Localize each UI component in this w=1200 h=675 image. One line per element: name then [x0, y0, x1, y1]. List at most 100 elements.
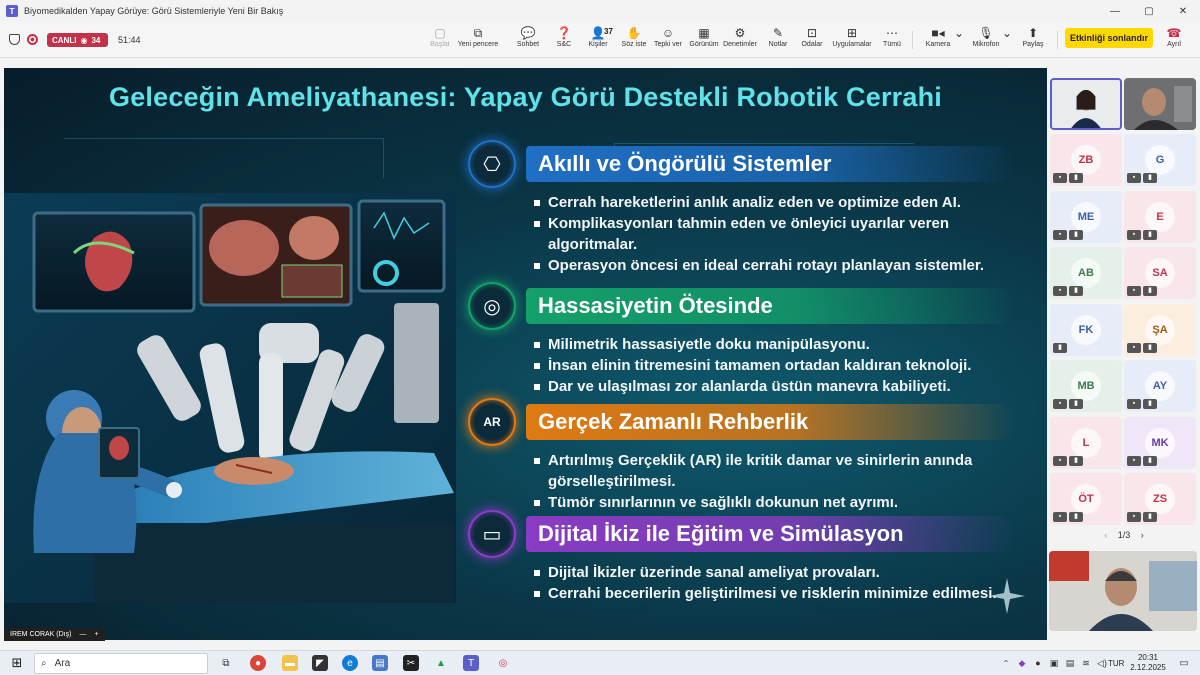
camera-off-icon: ▪: [1053, 173, 1067, 183]
participant-tile[interactable]: L ▪ ▮: [1050, 416, 1122, 469]
app-icon[interactable]: ◤: [312, 655, 328, 671]
wifi-icon[interactable]: ≋: [1078, 655, 1094, 671]
mic-muted-icon: ▮: [1143, 342, 1157, 353]
google-drive-icon[interactable]: ▲: [433, 655, 449, 671]
tile-status: ▮: [1053, 342, 1067, 353]
bullet-item: Dar ve ulaşılması zor alanlarda üstün ma…: [532, 376, 1002, 397]
react-label: Tepki ver: [653, 41, 682, 48]
chrome-icon[interactable]: ●: [250, 655, 266, 671]
more-button[interactable]: ⋯ Tümü: [870, 25, 914, 55]
participant-tile[interactable]: AB ▪ ▮: [1050, 247, 1122, 299]
mic-muted-icon: ▮: [1143, 399, 1157, 409]
previous-page-icon[interactable]: ‹: [1104, 530, 1107, 540]
video-tile-presenter[interactable]: [1050, 78, 1122, 130]
participant-tile[interactable]: G ▪ ▮: [1124, 134, 1196, 186]
minimize-button[interactable]: —: [1098, 0, 1132, 22]
tile-status: ▪ ▮: [1053, 286, 1083, 296]
qa-label: S&C: [556, 41, 572, 48]
tray-icon[interactable]: ▤: [1062, 655, 1078, 671]
window-title-bar: T Biyomedikalden Yapay Görüye: Görü Sist…: [0, 0, 1200, 22]
tray-icon[interactable]: ◆: [1014, 655, 1030, 671]
participant-tile[interactable]: ME ▪ ▮: [1050, 190, 1122, 243]
eye-icon: ◉: [80, 35, 88, 45]
vr-headset-icon: ▭: [468, 510, 516, 558]
apps-icon: ⊞: [846, 26, 858, 40]
camera-off-icon: ▪: [1127, 399, 1141, 409]
participant-tile[interactable]: SA ▪ ▮: [1124, 247, 1196, 299]
next-page-icon[interactable]: ›: [1141, 530, 1144, 540]
participant-tile[interactable]: ŞA ▪ ▮: [1124, 303, 1196, 356]
end-event-button[interactable]: Etkinliği sonlandır: [1065, 28, 1153, 48]
mic-muted-icon: ▮: [1069, 399, 1083, 409]
zoom-in-icon[interactable]: +: [94, 631, 98, 638]
file-explorer-icon[interactable]: ▬: [282, 655, 298, 671]
tray-icon[interactable]: ▣: [1046, 655, 1062, 671]
section-bullets: Milimetrik hassasiyetle doku manipülasyo…: [532, 334, 1002, 397]
new-window-button[interactable]: ⧉ Yeni pencere: [456, 25, 500, 55]
mic-muted-icon: ▮: [1069, 512, 1083, 522]
participant-tile[interactable]: ZB ▪ ▮: [1050, 134, 1122, 186]
new-window-label: Yeni pencere: [457, 41, 499, 48]
participant-tile[interactable]: MB ▪ ▮: [1050, 360, 1122, 412]
participant-tile[interactable]: E ▪ ▮: [1124, 190, 1196, 243]
ar-icon: AR: [468, 398, 516, 446]
windows-start-icon[interactable]: ⊞: [9, 655, 25, 671]
self-view-tile[interactable]: [1049, 551, 1197, 631]
avatar: FK: [1071, 314, 1101, 345]
input-language[interactable]: TUR: [1108, 659, 1124, 668]
participant-tile[interactable]: MK ▪ ▮: [1124, 416, 1196, 469]
participant-tile[interactable]: FK ▮: [1050, 303, 1122, 356]
rooms-button[interactable]: ⊡ Odalar: [790, 25, 834, 55]
new-window-icon: ⧉: [473, 26, 483, 40]
taskbar-search[interactable]: ⌕ Ara: [34, 653, 208, 674]
notes-label: Notlar: [768, 41, 788, 48]
view-icon: ▦: [698, 26, 710, 40]
edge-icon[interactable]: e: [342, 655, 358, 671]
apps-button[interactable]: ⊞ Uygulamalar: [830, 25, 874, 55]
tray-icon[interactable]: ●: [1030, 655, 1046, 671]
window-title: Biyomedikalden Yapay Görüye: Görü Sistem…: [24, 6, 284, 16]
camera-off-icon: ▪: [1127, 342, 1141, 353]
raise-hand-label: Söz iste: [621, 41, 647, 48]
bullet-item: Cerrahi becerilerin geliştirilmesi ve ri…: [532, 583, 1002, 604]
leave-button[interactable]: ☎ Ayrıl: [1152, 25, 1196, 55]
video-tile-participant[interactable]: [1124, 78, 1196, 130]
bullet-item: Operasyon öncesi en ideal cerrahi rotayı…: [532, 255, 1002, 276]
mic-muted-icon: ▮: [1069, 455, 1083, 466]
participant-tile[interactable]: ZS ▪ ▮: [1124, 473, 1196, 525]
participant-tile[interactable]: ÖT ▪ ▮: [1050, 473, 1122, 525]
mic-muted-icon: ▮: [1069, 229, 1083, 240]
section-bullets: Artırılmış Gerçeklik (AR) ile kritik dam…: [532, 450, 1002, 513]
close-button[interactable]: ✕: [1166, 0, 1200, 22]
section-heading: Gerçek Zamanlı Rehberlik: [526, 404, 1016, 440]
chevron-up-icon[interactable]: ⌃: [998, 655, 1014, 671]
notifications-icon[interactable]: ▭: [1176, 655, 1192, 671]
tile-status: ▪ ▮: [1053, 173, 1083, 183]
share-button[interactable]: ⬆ Paylaş: [1011, 25, 1055, 55]
tile-status: ▪ ▮: [1053, 229, 1083, 240]
people-label: Kişiler: [588, 41, 608, 48]
task-view-icon[interactable]: ⧉: [218, 655, 234, 671]
camera-icon: ■◂: [931, 26, 945, 40]
shield-icon: [9, 34, 20, 45]
app-icon-2[interactable]: ◎: [495, 655, 511, 671]
tile-status: ▪ ▮: [1053, 399, 1083, 409]
mic-muted-icon: ▮: [1143, 512, 1157, 522]
gallery-pager: ‹ 1/3 ›: [1048, 530, 1200, 540]
taskbar-clock[interactable]: 20:31 2.12.2025: [1128, 653, 1168, 673]
participant-tile[interactable]: AY ▪ ▮: [1124, 360, 1196, 412]
capcut-icon[interactable]: ✂: [403, 655, 419, 671]
calculator-icon[interactable]: ▤: [372, 655, 388, 671]
controls-label: Denetimler: [723, 41, 757, 48]
notes-icon: ✎: [772, 26, 784, 40]
section-heading: Hassasiyetin Ötesinde: [526, 288, 1016, 324]
teams-icon[interactable]: T: [463, 655, 479, 671]
page-indicator: 1/3: [1117, 530, 1131, 540]
zoom-out-icon[interactable]: —: [79, 631, 86, 638]
tile-status: ▪ ▮: [1127, 286, 1157, 296]
presenter-name-tag: IREM CORAK (Dış) — +: [4, 628, 105, 641]
raise-hand-icon: ✋: [626, 26, 642, 40]
presenter-video: [1052, 80, 1120, 128]
tile-status: ▪ ▮: [1053, 455, 1083, 466]
maximize-button[interactable]: ▢: [1132, 0, 1166, 22]
